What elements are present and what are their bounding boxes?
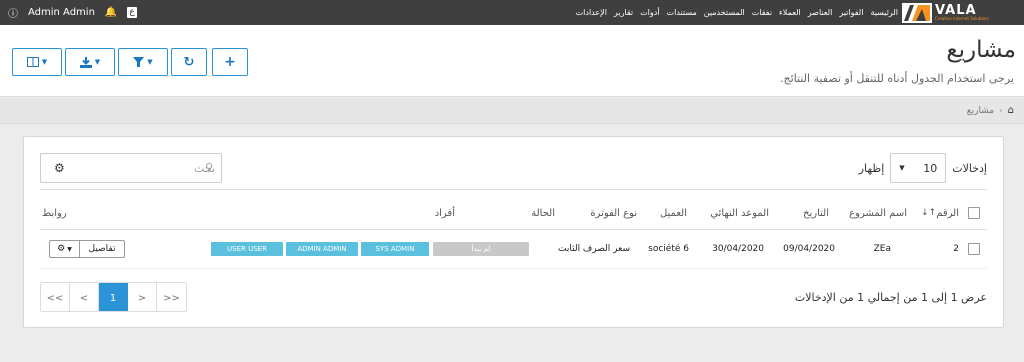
- nav-item-clients[interactable]: العملاء: [779, 8, 801, 17]
- download-icon: [79, 56, 92, 68]
- table-info: عرض 1 إلى 1 من إجمالي 1 من الإدخالات: [794, 291, 987, 304]
- members-list: USER USER ADMIN ADMIN SYS ADMIN: [211, 230, 429, 268]
- sort-icon: ↓↑: [921, 208, 937, 218]
- nav-item-items[interactable]: العناصر: [808, 8, 833, 17]
- page-size-select[interactable]: ▼ 10: [890, 153, 947, 183]
- row-options-button[interactable]: ⚙ ▼: [50, 241, 80, 257]
- user-menu[interactable]: Admin Admin: [28, 7, 95, 18]
- refresh-icon: ↻: [183, 54, 195, 70]
- nav-item-users[interactable]: المستخدمين: [704, 8, 745, 17]
- nav-item-documents[interactable]: مستندات: [667, 8, 697, 17]
- filter-dropdown-button[interactable]: ▼: [118, 48, 168, 76]
- page-header: ▼ ▼ ▼ ↻ + مشاريع يرجى استخدام الجدول أدن…: [0, 25, 1024, 97]
- gear-icon: ⚙: [57, 244, 66, 254]
- table-header: ↓↑ الرقم اسم المشروع التاريخ الموعد النها…: [40, 197, 987, 229]
- projects-panel: ⚙ ⚲ إظهار ▼ 10 إدخالات ↓↑الرقم اسم المشر…: [23, 136, 1004, 328]
- column-header-deadline[interactable]: الموعد النهائي: [710, 197, 769, 229]
- nav-item-expenses[interactable]: نفقات: [752, 8, 772, 17]
- first-page-button[interactable]: <<: [41, 283, 70, 311]
- nav-item-settings[interactable]: الإعدادات: [576, 8, 607, 17]
- pagination: << < 1 > >>: [40, 282, 187, 312]
- member-badge: ADMIN ADMIN: [286, 242, 358, 256]
- gear-icon[interactable]: ⚙: [54, 161, 65, 175]
- member-badge: USER USER: [211, 242, 283, 256]
- nav-item-invoices[interactable]: الفواتير: [839, 8, 863, 17]
- cell-date: 09/04/2020: [783, 244, 835, 254]
- filter-icon: [133, 57, 145, 67]
- bell-icon[interactable]: 🔔: [105, 7, 117, 18]
- column-header-links: روابط: [42, 207, 67, 219]
- page-subtitle: يرجى استخدام الجدول أدناه للتنقل أو تصفي…: [780, 72, 1014, 85]
- select-all-checkbox[interactable]: [968, 207, 980, 219]
- caret-down-icon: ▼: [41, 58, 48, 66]
- column-header-members[interactable]: أفراد: [435, 197, 455, 229]
- language-switch[interactable]: ع: [127, 7, 137, 18]
- breadcrumb: ⌂ ‹ مشاريع: [0, 98, 1024, 124]
- page-size-value: 10: [923, 161, 938, 175]
- topbar-left: ⓘ Admin Admin 🔔 ع: [8, 0, 137, 25]
- next-page-button[interactable]: >: [128, 283, 157, 311]
- current-page-button[interactable]: 1: [99, 283, 128, 311]
- entries-label: إدخالات: [952, 161, 987, 175]
- cell-billing-type: سعر الصرف الثابت: [558, 244, 630, 254]
- cell-name: ZEa: [873, 244, 891, 254]
- caret-down-icon: ▼: [147, 58, 153, 66]
- column-header-status[interactable]: الحالة: [531, 197, 555, 229]
- column-header-date[interactable]: التاريخ: [803, 197, 829, 229]
- last-page-button[interactable]: >>: [157, 283, 186, 311]
- cell-id: 2: [953, 244, 959, 254]
- search-box[interactable]: ⚙ ⚲: [40, 153, 222, 183]
- brand-logo[interactable]: VALA Creative Internet Solutions: [902, 2, 1010, 23]
- nav-item-tools[interactable]: أدوات: [640, 8, 659, 17]
- nav-item-reports[interactable]: تقارير: [614, 8, 633, 17]
- info-icon[interactable]: ⓘ: [8, 5, 18, 20]
- prev-page-button[interactable]: <: [70, 283, 99, 311]
- columns-icon: [26, 57, 39, 67]
- divider: [40, 189, 987, 190]
- logo-tagline: Creative Internet Solutions: [935, 16, 989, 21]
- page-title: مشاريع: [946, 37, 1016, 63]
- divider: [40, 268, 987, 269]
- add-project-button[interactable]: +: [212, 48, 248, 76]
- page-size-control: إظهار ▼ 10 إدخالات: [859, 153, 987, 183]
- column-header-name[interactable]: اسم المشروع: [849, 197, 907, 229]
- chevron-down-icon: ▼: [899, 164, 905, 172]
- logo-mark-icon: [902, 2, 932, 23]
- status-badge: لم يبدأ: [433, 242, 529, 256]
- details-button[interactable]: تفاصيل: [80, 241, 124, 257]
- cell-deadline: 30/04/2020: [712, 244, 764, 254]
- table-row[interactable]: 2 ZEa 09/04/2020 30/04/2020 société 6 سع…: [40, 230, 987, 268]
- member-badge: SYS ADMIN: [361, 242, 429, 256]
- row-checkbox[interactable]: [968, 243, 980, 255]
- main-nav: الرئيسية الفواتير العناصر العملاء نفقات …: [576, 0, 898, 25]
- search-input[interactable]: [95, 159, 215, 177]
- breadcrumb-current: مشاريع: [966, 105, 995, 116]
- search-icon: ⚲: [204, 161, 213, 174]
- column-header-client[interactable]: العميل: [660, 197, 687, 229]
- row-actions: ⚙ ▼ تفاصيل: [49, 240, 125, 258]
- caret-down-icon: ▼: [67, 245, 72, 253]
- show-label: إظهار: [858, 161, 885, 175]
- refresh-button[interactable]: ↻: [171, 48, 207, 76]
- column-header-id[interactable]: ↓↑ الرقم: [919, 197, 959, 229]
- export-dropdown-button[interactable]: ▼: [65, 48, 115, 76]
- column-header-billing-type[interactable]: نوع الفوترة: [590, 197, 637, 229]
- cell-client: société 6: [648, 244, 689, 254]
- breadcrumb-separator-icon: ‹: [999, 105, 1003, 116]
- home-icon[interactable]: ⌂: [1008, 105, 1014, 116]
- top-navbar: ⓘ Admin Admin 🔔 ع الرئيسية الفواتير العن…: [0, 0, 1024, 25]
- columns-dropdown-button[interactable]: ▼: [12, 48, 62, 76]
- caret-down-icon: ▼: [94, 58, 101, 66]
- nav-item-home[interactable]: الرئيسية: [870, 8, 898, 17]
- plus-icon: +: [224, 54, 236, 70]
